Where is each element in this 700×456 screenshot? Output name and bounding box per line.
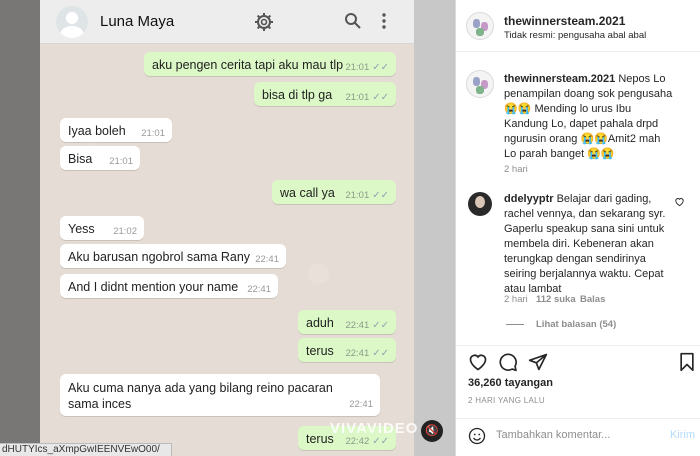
chat-header: Luna Maya — [40, 0, 414, 44]
comment-likes[interactable]: 112 suka — [536, 294, 576, 305]
view-count: 36,260 tayangan — [468, 377, 553, 389]
instagram-panel: thewinnersteam.2021 Tidak resmi: pengusa… — [455, 0, 700, 456]
double-check-icon: ✓✓ — [372, 92, 389, 103]
message-text: Yess — [68, 222, 95, 236]
share-icon[interactable] — [528, 352, 548, 372]
message-bubble-outgoing: aduh 22:41 ✓✓ — [298, 310, 396, 334]
settings-gear-icon — [254, 12, 274, 36]
caption-time: 2 hari — [504, 164, 528, 175]
message-bubble-outgoing: bisa di tlp ga 21:01 ✓✓ — [254, 82, 396, 106]
comment: ddelyyptr Belajar dari gading, rachel ve… — [504, 192, 674, 297]
account-subtitle: Tidak resmi: pengusaha abal abal — [504, 30, 647, 41]
message-time: 21:02 — [113, 226, 137, 237]
message-text: Aku barusan ngobrol sama Rany — [68, 250, 251, 264]
double-check-icon: ✓✓ — [372, 348, 389, 359]
message-text: wa call ya — [280, 186, 335, 200]
replies-divider — [506, 324, 524, 325]
comment-username[interactable]: ddelyyptr — [504, 193, 554, 205]
caption-avatar[interactable] — [466, 70, 494, 98]
message-bubble-outgoing: wa call ya 21:01 ✓✓ — [272, 180, 396, 204]
video-watermark: VIVAVIDEO — [330, 420, 419, 437]
bookmark-icon[interactable] — [677, 352, 697, 372]
message-text: aduh — [306, 316, 334, 330]
message-bubble-outgoing: terus 22:41 ✓✓ — [298, 338, 396, 362]
post-date: 2 HARI YANG LALU — [468, 396, 545, 405]
message-time: 22:42 — [345, 436, 370, 447]
mute-icon[interactable]: 🔇 — [421, 420, 443, 442]
message-time: 21:01 — [345, 92, 370, 103]
message-bubble-incoming: And I didnt mention your name 22:41 — [60, 274, 278, 298]
comment-time: 2 hari — [504, 294, 528, 305]
message-time: 21:01 — [141, 128, 165, 139]
comment-like-icon[interactable] — [674, 196, 685, 210]
post-actions: 36,260 tayangan 2 HARI YANG LALU Kirim — [456, 345, 700, 445]
add-comment-bar: Kirim — [456, 418, 700, 456]
comment-text: Belajar dari gading, rachel vennya, dan … — [504, 193, 666, 295]
post-header: thewinnersteam.2021 Tidak resmi: pengusa… — [456, 0, 700, 52]
more-vertical-icon — [380, 12, 388, 34]
message-bubble-incoming: Bisa 21:01 — [60, 146, 140, 170]
message-time: 22:41 — [345, 320, 370, 331]
caption: thewinnersteam.2021 Nepos Lo penampilan … — [504, 72, 674, 162]
message-bubble-outgoing: aku pengen cerita tapi aku mau tlp 21:01… — [144, 52, 396, 76]
heart-icon[interactable] — [468, 352, 488, 372]
screen: Luna Maya aku pengen cerita tapi aku mau… — [0, 0, 700, 456]
right-dim-margin — [414, 0, 455, 456]
message-text: Aku cuma nanya ada yang bilang reino pac… — [68, 381, 333, 411]
double-check-icon: ✓✓ — [372, 320, 389, 331]
message-text: terus — [306, 344, 334, 358]
search-icon — [344, 12, 362, 34]
message-list: aku pengen cerita tapi aku mau tlp 21:01… — [40, 44, 414, 456]
double-check-icon: ✓✓ — [372, 436, 389, 447]
message-bubble-incoming: Aku barusan ngobrol sama Rany 22:41 — [60, 244, 286, 268]
message-text: Iyaa boleh — [68, 124, 126, 138]
message-text: Bisa — [68, 152, 93, 166]
double-check-icon: ✓✓ — [372, 190, 389, 201]
message-time: 21:01 — [109, 156, 133, 167]
commenter-avatar[interactable] — [468, 192, 492, 216]
chat-screenshot: Luna Maya aku pengen cerita tapi aku mau… — [0, 0, 455, 456]
message-bubble-incoming: Iyaa boleh 21:01 — [60, 118, 172, 142]
caption-username[interactable]: thewinnersteam.2021 — [504, 73, 615, 85]
double-check-icon: ✓✓ — [372, 62, 389, 73]
comment-icon[interactable] — [498, 352, 518, 372]
message-text: And I didnt mention your name — [68, 280, 239, 294]
message-text: aku pengen cerita tapi aku mau tlp — [152, 58, 344, 72]
emoji-icon[interactable] — [468, 427, 486, 450]
account-username[interactable]: thewinnersteam.2021 — [504, 14, 625, 28]
post-comment-button[interactable]: Kirim — [670, 429, 695, 441]
caption-text: Nepos Lo penampilan doang sok pengusaha … — [504, 73, 673, 160]
account-avatar[interactable] — [466, 12, 494, 40]
message-time: 22:41 — [345, 348, 370, 359]
message-text: bisa di tlp ga — [262, 88, 333, 102]
message-time: 22:41 — [247, 284, 271, 295]
message-bubble-incoming: Aku cuma nanya ada yang bilang reino pac… — [60, 374, 380, 416]
contact-name: Luna Maya — [100, 13, 175, 30]
left-dim-margin — [0, 0, 40, 456]
status-url: dHUTYIcs_aXmpGwIEENVEwO00/ — [0, 443, 172, 456]
message-time: 22:41 — [255, 254, 279, 265]
add-comment-input[interactable] — [496, 429, 646, 441]
message-time: 22:41 — [349, 399, 373, 410]
message-time: 21:01 — [345, 62, 370, 73]
view-replies-button[interactable]: Lihat balasan (54) — [536, 319, 616, 330]
message-bubble-incoming: Yess 21:02 — [60, 216, 144, 240]
reply-button[interactable]: Balas — [580, 294, 605, 305]
message-time: 21:01 — [345, 190, 370, 201]
contact-avatar — [56, 6, 88, 38]
